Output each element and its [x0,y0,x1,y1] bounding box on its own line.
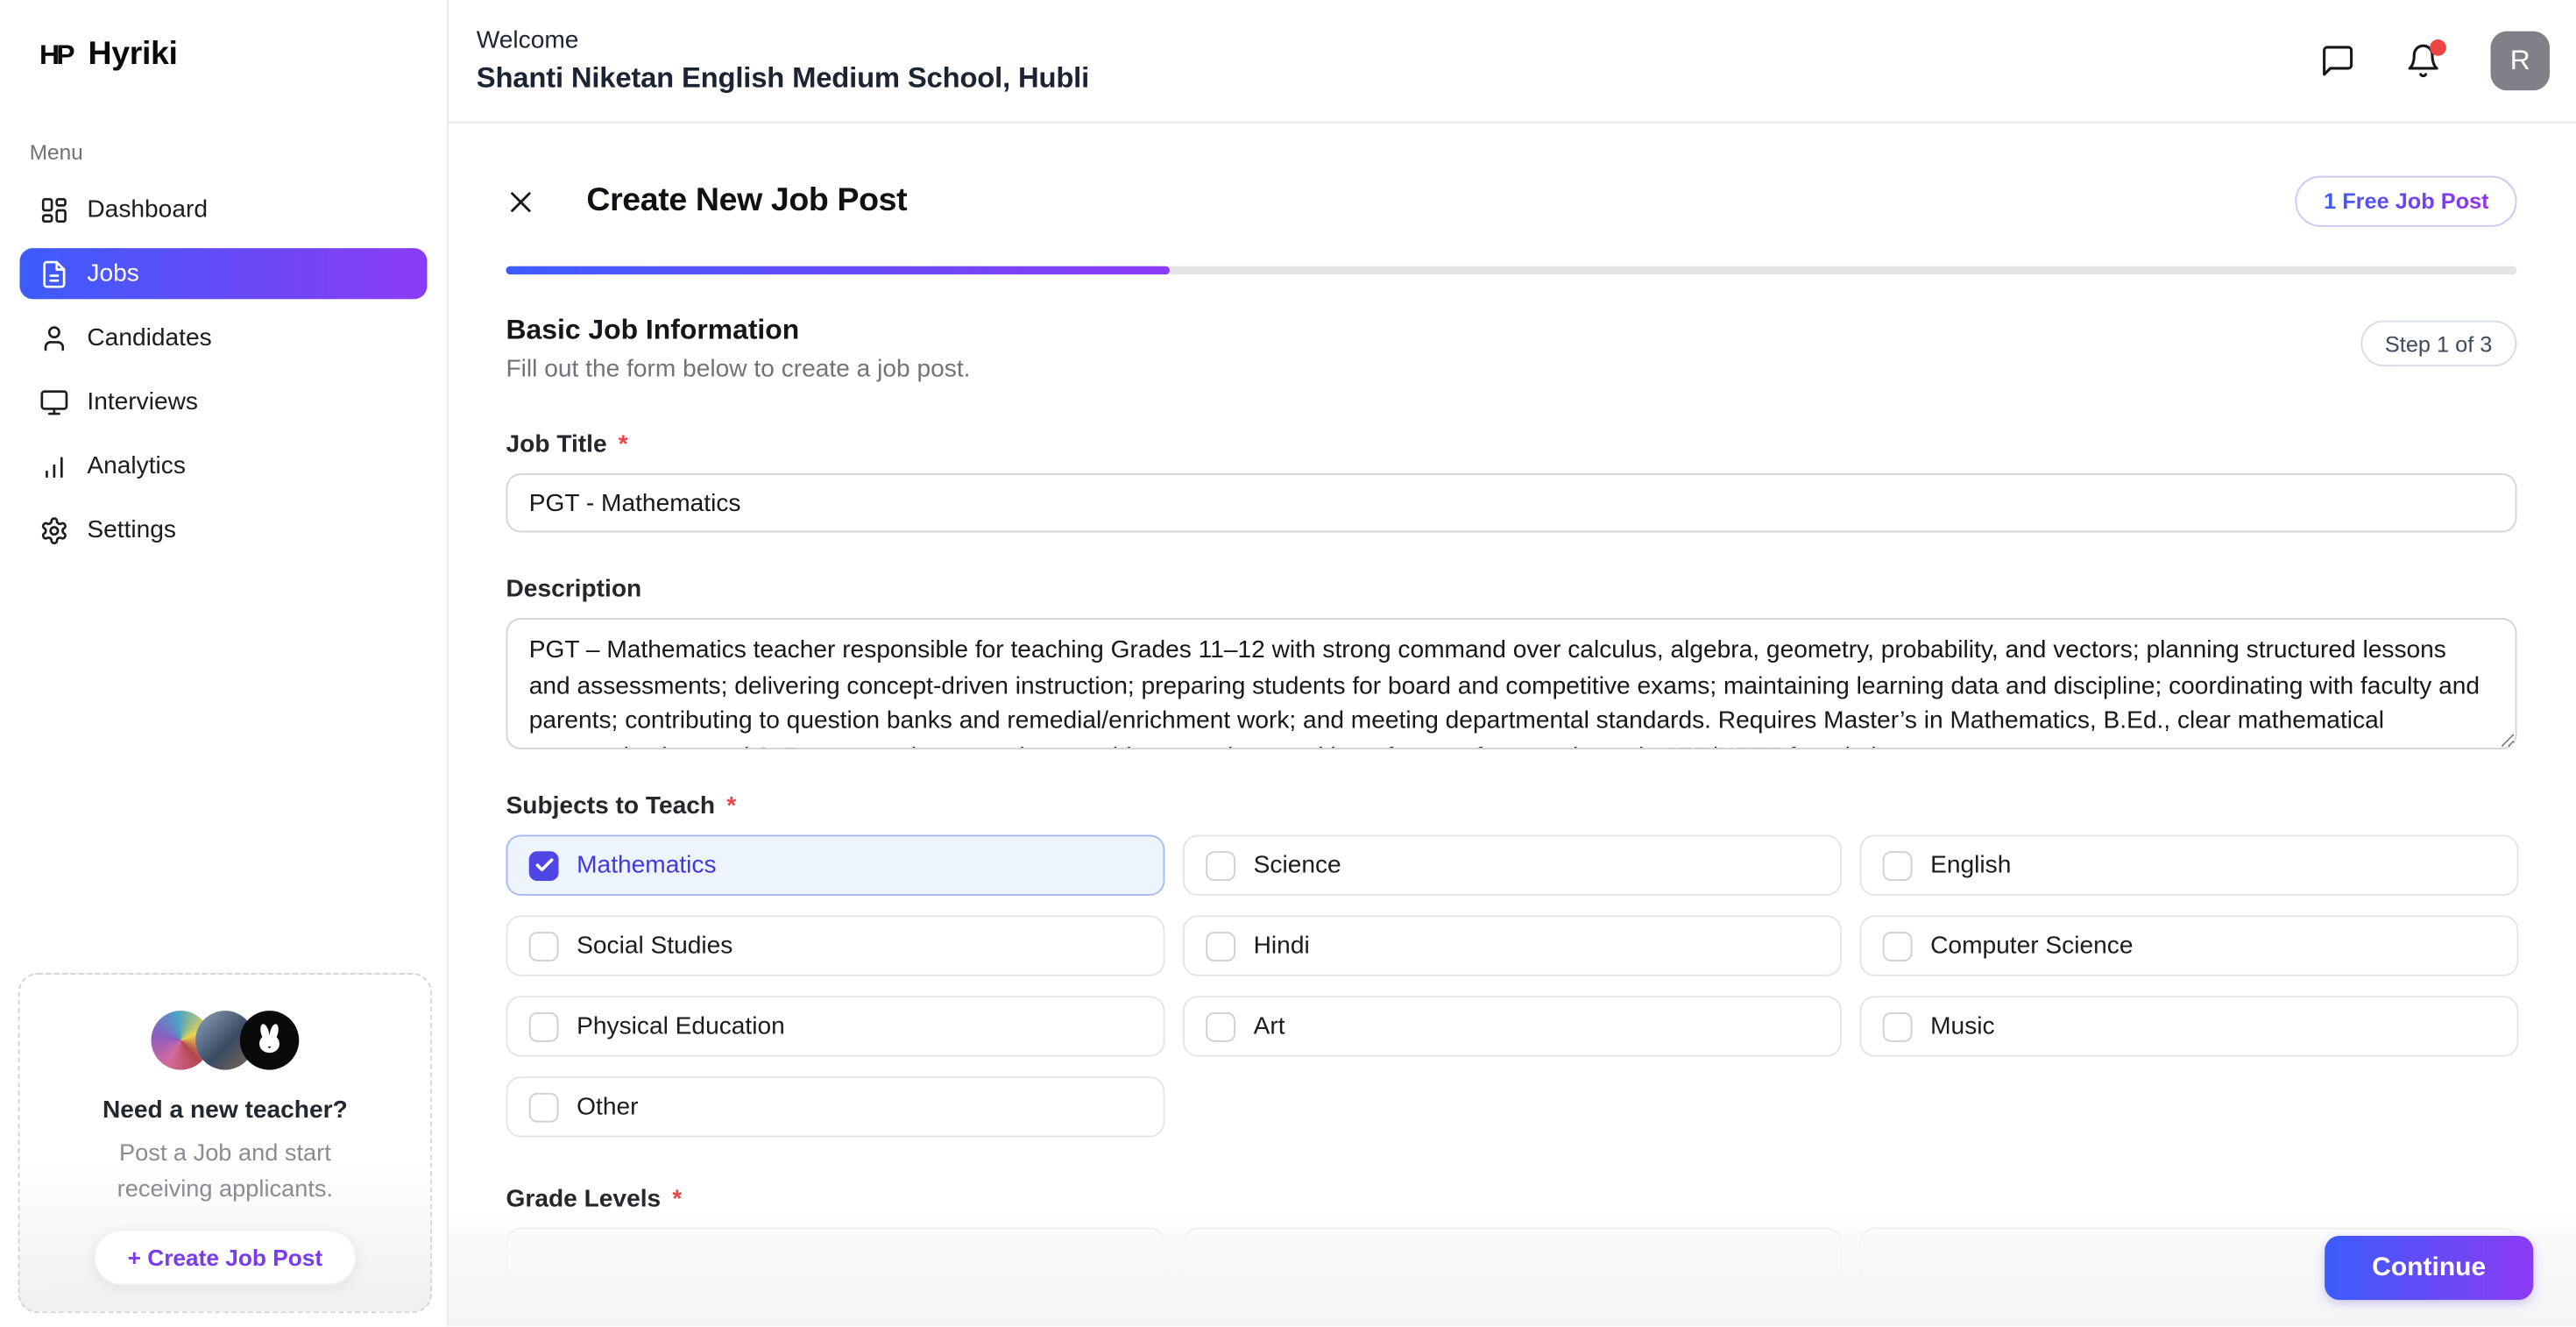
sidebar-item-label: Interviews [87,388,198,416]
user-avatar[interactable]: R [2491,32,2551,91]
rabbit-logo-avatar [240,1011,300,1070]
candidates-icon [39,323,69,352]
dashboard-icon [39,195,69,224]
section-subtitle: Fill out the form below to create a job … [506,355,971,383]
promo-title: Need a new teacher? [20,1096,431,1125]
subject-option-label: Mathematics [577,851,716,879]
required-asterisk: * [672,1185,682,1213]
job-post-form-page: Create New Job Post 1 Free Job Post Basi… [449,124,2576,1327]
grade-levels-label-text: Grade Levels [506,1185,662,1213]
progress-fill [506,266,1170,274]
subject-option-label: Physical Education [577,1012,785,1040]
subject-option-english[interactable]: English [1860,835,2519,896]
checkbox-unchecked-icon[interactable] [1883,850,1913,880]
school-name: Shanti Niketan English Medium School, Hu… [477,60,1089,95]
subject-option-label: Social Studies [577,932,732,960]
subject-option-label: English [1930,851,2011,879]
checkbox-unchecked-icon[interactable] [1883,1011,1913,1041]
subjects-label: Subjects to Teach * [506,792,2517,820]
app-root: HP Hyriki Menu Dashboard Jobs Candidates In… [0,0,2576,1326]
sidebar-item-interviews[interactable]: Interviews [20,376,428,427]
sidebar-item-label: Analytics [87,452,186,480]
checkbox-checked-icon[interactable] [529,850,559,880]
brand-name: Hyriki [88,36,178,74]
subject-option-other[interactable]: Other [506,1076,1165,1137]
menu-section-label: Menu [30,139,447,164]
subject-option-label: Music [1930,1012,1994,1040]
free-job-post-badge: 1 Free Job Post [2296,176,2516,227]
rabbit-icon [250,1020,289,1060]
sidebar-item-label: Settings [87,516,176,544]
top-header: Welcome Shanti Niketan English Medium Sc… [449,0,2576,124]
job-title-label-text: Job Title [506,430,607,458]
description-label: Description [506,575,2517,603]
checkbox-unchecked-icon[interactable] [529,931,559,961]
sidebar-nav: Dashboard Jobs Candidates Interviews Analyti… [0,184,447,556]
sidebar-item-settings[interactable]: Settings [20,505,428,556]
sidebar-item-label: Jobs [87,259,138,287]
chat-icon[interactable] [2320,43,2356,79]
header-actions: R [2320,32,2576,91]
continue-button[interactable]: Continue [2325,1236,2533,1300]
progress-track [506,266,2517,274]
grade-levels-label: Grade Levels * [506,1185,2517,1213]
subject-option-label: Computer Science [1930,932,2133,960]
subject-option-science[interactable]: Science [1183,835,1842,896]
interviews-icon [39,387,69,417]
sidebar-item-analytics[interactable]: Analytics [20,441,428,492]
free-job-post-badge-text: 1 Free Job Post [2324,189,2489,214]
checkbox-unchecked-icon[interactable] [1206,850,1235,880]
settings-icon [39,515,69,545]
subjects-checkbox-grid: Mathematics Science English Social Studies H… [506,835,2517,1138]
subject-option-label: Other [577,1093,638,1121]
sidebar-item-candidates[interactable]: Candidates [20,312,428,363]
sidebar-item-label: Candidates [87,323,211,351]
checkbox-unchecked-icon[interactable] [529,1092,559,1122]
analytics-icon [39,451,69,481]
sidebar-item-label: Dashboard [87,195,208,224]
subject-option-art[interactable]: Art [1183,996,1842,1056]
promo-avatars [20,1011,431,1070]
hyriki-logo-icon: HP [39,39,72,72]
subject-option-label: Science [1254,851,1341,879]
sidebar: HP Hyriki Menu Dashboard Jobs Candidates In… [0,0,449,1326]
subject-option-mathematics[interactable]: Mathematics [506,835,1165,896]
subject-option-social-studies[interactable]: Social Studies [506,915,1165,976]
job-title-label: Job Title * [506,430,2517,458]
checkbox-unchecked-icon[interactable] [1206,1011,1235,1041]
checkbox-unchecked-icon[interactable] [1206,931,1235,961]
step-badge: Step 1 of 3 [2360,321,2517,367]
brand-logo[interactable]: HP Hyriki [0,0,447,74]
subjects-label-text: Subjects to Teach [506,792,716,820]
job-title-input[interactable] [506,473,2517,533]
section-title: Basic Job Information [506,314,971,347]
page-title: Create New Job Post [586,182,907,220]
checkbox-unchecked-icon[interactable] [1883,931,1913,961]
sidebar-item-jobs[interactable]: Jobs [20,248,428,299]
sidebar-item-dashboard[interactable]: Dashboard [20,184,428,235]
promo-card: Need a new teacher? Post a Job and start… [18,973,433,1313]
create-job-post-button[interactable]: + Create Job Post [94,1230,357,1286]
required-asterisk: * [619,430,628,458]
subject-option-music[interactable]: Music [1860,996,2519,1056]
footer-bar: Continue [449,1217,2576,1327]
description-textarea[interactable]: PGT – Mathematics teacher responsible fo… [506,618,2517,749]
close-icon[interactable] [506,187,536,216]
subject-option-label: Hindi [1254,932,1310,960]
checkbox-unchecked-icon[interactable] [529,1011,559,1041]
section-header: Basic Job Information Fill out the form … [506,314,2517,383]
subject-option-label: Art [1254,1012,1285,1040]
notification-dot [2430,39,2446,56]
jobs-icon [39,259,69,288]
subject-option-physical-education[interactable]: Physical Education [506,996,1165,1056]
bell-icon[interactable] [2405,43,2441,79]
required-asterisk: * [726,792,736,820]
subject-option-computer-science[interactable]: Computer Science [1860,915,2519,976]
description-label-text: Description [506,575,642,603]
welcome-block: Welcome Shanti Niketan English Medium Sc… [449,26,1089,96]
welcome-text: Welcome [477,26,1089,54]
modal-header: Create New Job Post 1 Free Job Post [506,176,2517,227]
promo-subtitle: Post a Job and start receiving applicant… [77,1136,373,1209]
subject-option-hindi[interactable]: Hindi [1183,915,1842,976]
